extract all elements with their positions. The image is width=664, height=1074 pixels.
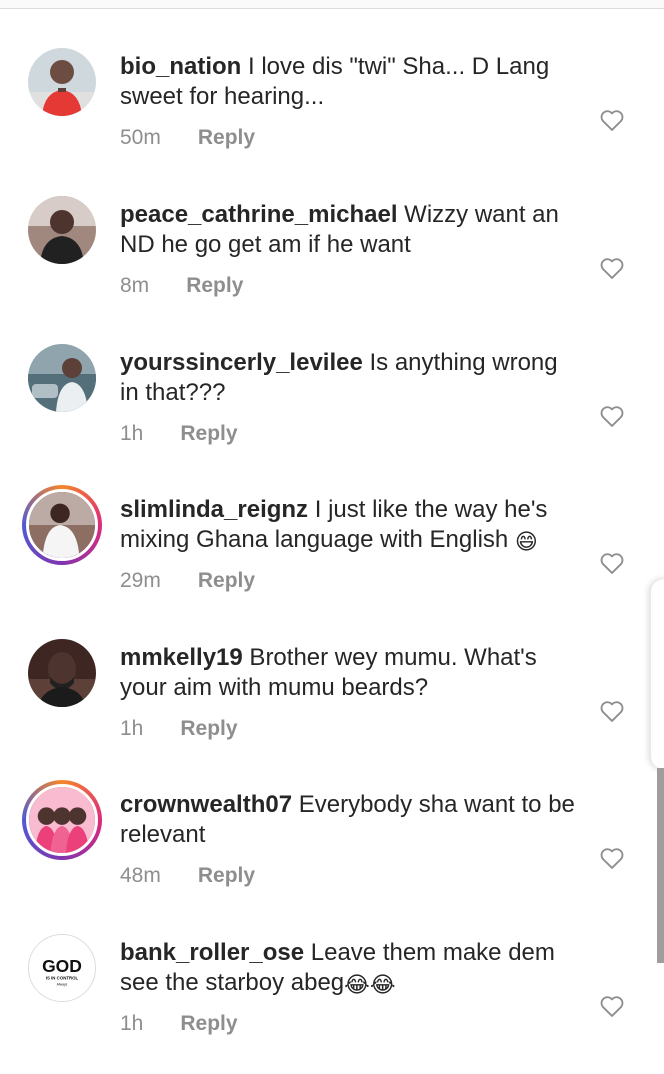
reply-button[interactable]: Reply [198,569,255,593]
comment-username[interactable]: slimlinda_reignz [120,496,308,523]
comment-text: crownwealth07 Everybody sha want to be r… [120,790,580,850]
comment-time: 8m [120,274,150,297]
avatar[interactable] [28,196,96,264]
top-divider [0,0,664,9]
comment-username[interactable]: yourssincerly_levilee [120,349,363,376]
logo-tiny-text: Always [57,982,68,986]
comment-username[interactable]: crownwealth07 [120,791,292,818]
avatar-photo [28,196,96,264]
side-drawer-handle[interactable] [650,578,664,770]
avatar-photo [28,639,96,707]
avatar[interactable] [28,639,96,707]
comment-time: 50m [120,126,161,149]
heart-outline-icon[interactable] [598,254,626,282]
avatar-story-ring[interactable] [22,485,102,565]
grinning-emoji: 😄 [514,530,538,555]
comment-username[interactable]: bank_roller_ose [120,939,304,966]
comment-item: bio_nation I love dis "twi" Sha... D Lan… [0,40,664,188]
comment-text: bio_nation I love dis "twi" Sha... D Lan… [120,52,580,112]
heart-outline-icon[interactable] [598,402,626,430]
comment-text: mmkelly19 Brother wey mumu. What's your … [120,643,580,703]
heart-outline-icon[interactable] [598,992,626,1020]
logo-main-text: GOD [42,956,82,976]
comment-item: yourssincerly_levilee Is anything wrong … [0,336,664,484]
comment-text: yourssincerly_levilee Is anything wrong … [120,348,580,408]
comment-item: GOD IS IN CONTROL Always bank_roller_ose… [0,926,664,1074]
comment-username[interactable]: peace_cathrine_michael [120,201,398,228]
reply-button[interactable]: Reply [180,717,237,741]
avatar-photo [28,344,96,412]
comment-text: peace_cathrine_michael Wizzy want an ND … [120,200,580,260]
laughing-tears-emoji: 😂😂 [344,973,396,998]
heart-outline-icon[interactable] [598,106,626,134]
reply-button[interactable]: Reply [180,422,237,446]
comment-item: crownwealth07 Everybody sha want to be r… [0,778,664,926]
comment-item: mmkelly19 Brother wey mumu. What's your … [0,631,664,779]
comment-username[interactable]: mmkelly19 [120,644,243,671]
comment-username[interactable]: bio_nation [120,53,241,80]
heart-outline-icon[interactable] [598,844,626,872]
avatar-photo [29,492,95,558]
avatar[interactable] [28,48,96,116]
comment-item: slimlinda_reignz I just like the way he'… [0,483,664,631]
logo-sub-text: IS IN CONTROL [46,976,79,981]
comment-time: 1h [120,1012,144,1035]
reply-button[interactable]: Reply [198,864,255,888]
comment-time: 29m [120,569,161,592]
comment-time: 1h [120,717,144,740]
reply-button[interactable]: Reply [186,274,243,298]
avatar-photo [29,787,95,853]
avatar-story-ring[interactable] [22,780,102,860]
heart-outline-icon[interactable] [598,697,626,725]
scrollbar[interactable] [657,768,664,963]
comment-item: peace_cathrine_michael Wizzy want an ND … [0,188,664,336]
comment-text: slimlinda_reignz I just like the way he'… [120,495,580,555]
comment-text: bank_roller_ose Leave them make dem see … [120,938,580,998]
avatar-photo [28,48,96,116]
avatar[interactable] [28,344,96,412]
reply-button[interactable]: Reply [180,1012,237,1036]
comment-time: 1h [120,422,144,445]
reply-button[interactable]: Reply [198,126,255,150]
comment-time: 48m [120,864,161,887]
heart-outline-icon[interactable] [598,549,626,577]
avatar[interactable]: GOD IS IN CONTROL Always [28,934,96,1002]
god-in-control-logo: GOD IS IN CONTROL Always [29,935,95,1001]
